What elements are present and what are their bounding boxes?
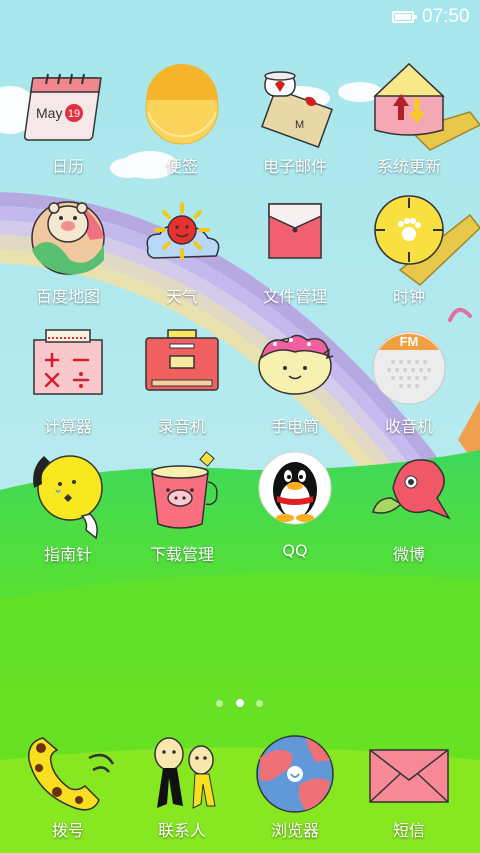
folder-icon (268, 203, 322, 259)
app-label: 指南针 (43, 545, 92, 564)
browser-globe-icon (256, 735, 334, 813)
app-flashlight[interactable]: 手电筒 (240, 330, 350, 448)
app-label: 电子邮件 (262, 157, 327, 176)
dock-dialer[interactable]: 拨号 (13, 734, 123, 844)
download-icon (151, 451, 218, 529)
app-label: 便签 (165, 157, 198, 176)
app-label: 计算器 (43, 417, 92, 436)
calculator-icon (33, 329, 103, 395)
app-label: 拨号 (51, 821, 84, 840)
app-weather[interactable]: 天气 (127, 200, 237, 318)
email-icon: M (261, 71, 333, 149)
flashlight-icon (258, 334, 334, 395)
app-calculator[interactable]: 计算器 (13, 329, 123, 448)
clock-icon (374, 195, 444, 265)
qq-penguin-icon (258, 451, 332, 525)
contacts-icon (154, 737, 216, 809)
app-label: 录音机 (157, 417, 206, 436)
app-download-manager[interactable]: 下载管理 (127, 451, 237, 576)
app-clock[interactable]: 时钟 (354, 195, 464, 318)
system-update-icon (373, 62, 445, 136)
page-dot-active[interactable] (236, 699, 244, 707)
messages-envelope-icon (369, 749, 449, 803)
app-label: 联系人 (157, 821, 206, 840)
app-label: 微博 (392, 545, 425, 564)
status-time: 07:50 (422, 6, 470, 27)
recorder-icon (145, 329, 219, 391)
calendar-month: May (36, 105, 62, 121)
calendar-icon: May 19 (23, 73, 102, 141)
battery-fill (395, 14, 411, 20)
app-label: 系统更新 (376, 157, 441, 176)
app-radio[interactable]: FM 收音机 (354, 330, 464, 448)
app-label: 百度地图 (35, 287, 100, 306)
calendar-day: 19 (68, 108, 80, 120)
app-label: 浏览器 (270, 821, 319, 840)
weibo-icon (372, 459, 451, 520)
app-file-manager[interactable]: 文件管理 (240, 200, 350, 318)
page-dot[interactable] (216, 700, 223, 707)
app-notes[interactable]: 便签 (127, 64, 237, 188)
dock-browser[interactable]: 浏览器 (240, 734, 350, 844)
compass-icon (33, 455, 103, 540)
dock-contacts[interactable]: 联系人 (127, 734, 237, 844)
app-label: 日历 (51, 157, 84, 176)
app-system-update[interactable]: 系统更新 (354, 62, 464, 188)
battery-icon (392, 11, 417, 23)
page-indicator (0, 698, 480, 710)
app-label: 文件管理 (262, 287, 327, 306)
app-label: 短信 (392, 821, 425, 840)
app-label: 天气 (165, 287, 198, 306)
map-icon (31, 201, 105, 275)
app-compass[interactable]: 指南针 (13, 455, 123, 576)
app-email[interactable]: M 电子邮件 (240, 70, 350, 188)
notes-icon (145, 64, 219, 145)
radio-icon: FM (372, 331, 446, 405)
weather-sun-icon (146, 202, 220, 260)
app-baidu-map[interactable]: 百度地图 (13, 200, 123, 318)
app-weibo[interactable]: 微博 (354, 458, 464, 576)
app-label: 时钟 (392, 287, 425, 306)
radio-badge: FM (400, 334, 419, 349)
phone-icon (28, 737, 115, 811)
app-qq[interactable]: QQ (240, 451, 350, 576)
envelope-letter: M (295, 119, 304, 131)
page-dot[interactable] (256, 700, 263, 707)
app-calendar[interactable]: May 19 日历 (13, 70, 123, 188)
app-label: 收音机 (384, 417, 433, 436)
app-label: QQ (282, 541, 308, 560)
status-bar: 07:50 (0, 0, 480, 34)
app-label: 手电筒 (270, 417, 319, 436)
app-recorder[interactable]: 录音机 (127, 329, 237, 448)
dock-messages[interactable]: 短信 (354, 734, 464, 844)
app-label: 下载管理 (149, 545, 214, 564)
